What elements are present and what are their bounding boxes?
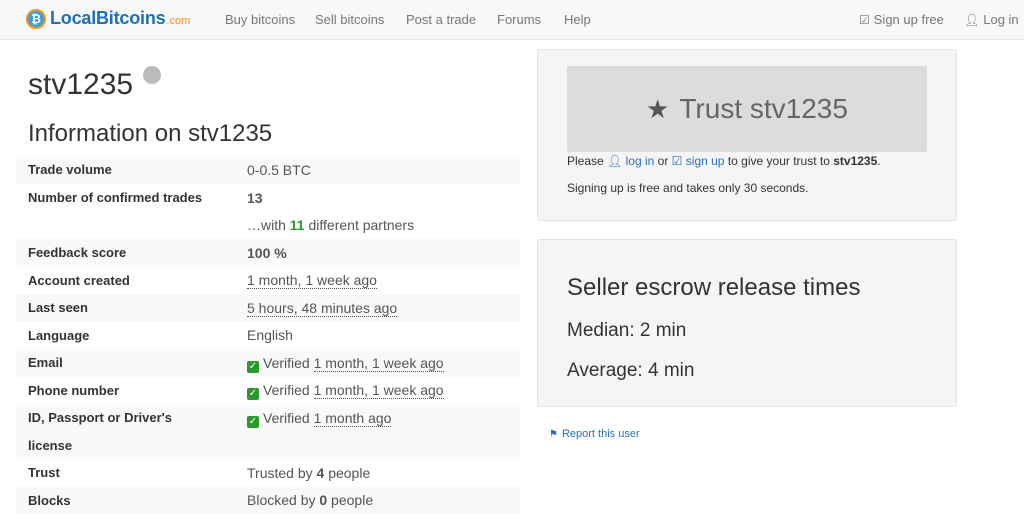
- row-key: Email: [28, 355, 63, 370]
- signup-label: Sign up free: [873, 12, 944, 27]
- row-account-created: Account created 1 month, 1 week ago: [16, 267, 520, 294]
- report-user-link[interactable]: ⚑ Report this user: [549, 428, 640, 440]
- row-trust: Trust Trusted by 4 people: [16, 459, 520, 487]
- relative-time[interactable]: 1 month, 1 week ago: [313, 355, 444, 372]
- row-key: [16, 212, 247, 239]
- escrow-average: Average: 4 min: [567, 360, 695, 381]
- nav-post-a-trade[interactable]: Post a trade: [406, 12, 476, 27]
- row-value: 1 month, 1 week ago: [247, 267, 520, 294]
- signup-note: Signing up is free and takes only 30 sec…: [567, 181, 809, 195]
- row-value: 5 hours, 48 minutes ago: [247, 294, 520, 322]
- row-value: ✓ Verified 1 month, 1 week ago: [247, 382, 444, 400]
- row-value: …with 11 different partners: [247, 217, 415, 233]
- row-key: Account created: [28, 273, 130, 288]
- row-id-verification-cont: license: [16, 432, 520, 459]
- row-value: English: [247, 327, 293, 343]
- top-navbar: ₿ LocalBitcoins .com Buy bitcoins Sell b…: [0, 0, 1024, 40]
- row-value: 13: [247, 190, 263, 206]
- relative-time[interactable]: 1 month, 1 week ago: [313, 382, 444, 399]
- star-icon: ★: [646, 93, 670, 124]
- nav-forums[interactable]: Forums: [497, 12, 541, 27]
- relative-time[interactable]: 5 hours, 48 minutes ago: [247, 300, 398, 317]
- nav-sell-bitcoins[interactable]: Sell bitcoins: [315, 12, 384, 27]
- signup-link[interactable]: ☑ Sign up free: [859, 12, 944, 27]
- brand-logo-link[interactable]: ₿ LocalBitcoins .com: [26, 8, 190, 29]
- check-square-icon: ☑: [859, 12, 870, 27]
- relative-time[interactable]: 1 month ago: [313, 410, 392, 427]
- trust-username: stv1235: [833, 154, 878, 168]
- info-heading: Information on stv1235: [28, 120, 273, 147]
- flag-icon: ⚑: [549, 428, 558, 440]
- row-key: Blocks: [28, 493, 71, 508]
- row-value: Blocked by 0 people: [247, 492, 374, 508]
- row-key: license: [28, 438, 73, 453]
- report-label: Report this user: [561, 428, 640, 440]
- row-key: Feedback score: [28, 245, 127, 260]
- trust-login-link[interactable]: 👤︎ log in: [607, 154, 654, 168]
- row-id-verification: ID, Passport or Driver's ✓ Verified 1 mon…: [16, 404, 520, 432]
- relative-time[interactable]: 1 month, 1 week ago: [247, 272, 377, 289]
- check-icon: ✓: [247, 388, 259, 400]
- row-value: ✓ Verified 1 month, 1 week ago: [247, 355, 444, 373]
- escrow-title: Seller escrow release times: [567, 274, 861, 301]
- trust-user-button[interactable]: ★ Trust stv1235: [567, 66, 927, 152]
- row-trade-volume: Trade volume 0-0.5 BTC: [16, 156, 520, 184]
- nav-help[interactable]: Help: [564, 12, 591, 27]
- trust-instructions: Please 👤︎ log in or ☑ sign up to give yo…: [567, 154, 881, 168]
- row-blocks: Blocks Blocked by 0 people: [16, 487, 520, 514]
- block-count: 0: [319, 492, 328, 508]
- profile-username-heading: stv1235: [28, 66, 162, 102]
- trust-button-label: Trust stv1235: [679, 93, 848, 124]
- row-phone-number: Phone number ✓ Verified 1 month, 1 week a…: [16, 377, 520, 404]
- row-key: Language: [28, 328, 90, 343]
- row-key: ID, Passport or Driver's: [28, 410, 172, 425]
- row-key: Last seen: [28, 300, 88, 315]
- nav-buy-bitcoins[interactable]: Buy bitcoins: [225, 12, 295, 27]
- row-value: ✓ Verified 1 month ago: [247, 410, 392, 428]
- check-icon: ✓: [247, 416, 259, 428]
- row-key: Trust: [28, 465, 60, 480]
- check-icon: ✓: [247, 361, 259, 373]
- escrow-release-panel: Seller escrow release times Median: 2 mi…: [537, 239, 957, 407]
- row-last-seen: Last seen 5 hours, 48 minutes ago: [16, 294, 520, 322]
- bitcoin-logo-icon: ₿: [26, 8, 46, 29]
- row-email: Email ✓ Verified 1 month, 1 week ago: [16, 349, 520, 377]
- user-icon: 👤︎: [964, 12, 980, 27]
- user-icon: 👤︎: [607, 154, 623, 168]
- online-status-dot: [143, 66, 162, 84]
- trust-signup-link[interactable]: ☑ sign up: [672, 154, 725, 168]
- username-text: stv1235: [28, 68, 134, 101]
- trust-panel: ★ Trust stv1235 Please 👤︎ log in or ☑ si…: [537, 49, 957, 221]
- brand-name: LocalBitcoins: [50, 8, 166, 28]
- row-feedback-score: Feedback score 100 %: [16, 239, 520, 267]
- row-key: Phone number: [28, 383, 120, 398]
- row-value: 0-0.5 BTC: [247, 162, 311, 178]
- partner-count: 11: [289, 217, 305, 233]
- row-value: [247, 432, 520, 459]
- row-partners: …with 11 different partners: [16, 212, 520, 239]
- row-value: Trusted by 4 people: [247, 465, 371, 481]
- check-square-icon: ☑: [671, 154, 683, 168]
- row-value: 100 %: [247, 245, 287, 261]
- brand-suffix: .com: [166, 15, 191, 27]
- row-language: Language English: [16, 322, 520, 349]
- row-key: Trade volume: [28, 162, 112, 177]
- row-confirmed-trades: Number of confirmed trades 13: [16, 184, 520, 212]
- escrow-median: Median: 2 min: [567, 320, 687, 341]
- login-link[interactable]: 👤︎ Log in: [964, 12, 1019, 27]
- user-info-table: Trade volume 0-0.5 BTC Number of confirm…: [16, 156, 520, 514]
- row-key: Number of confirmed trades: [28, 190, 203, 205]
- login-label: Log in: [983, 12, 1019, 27]
